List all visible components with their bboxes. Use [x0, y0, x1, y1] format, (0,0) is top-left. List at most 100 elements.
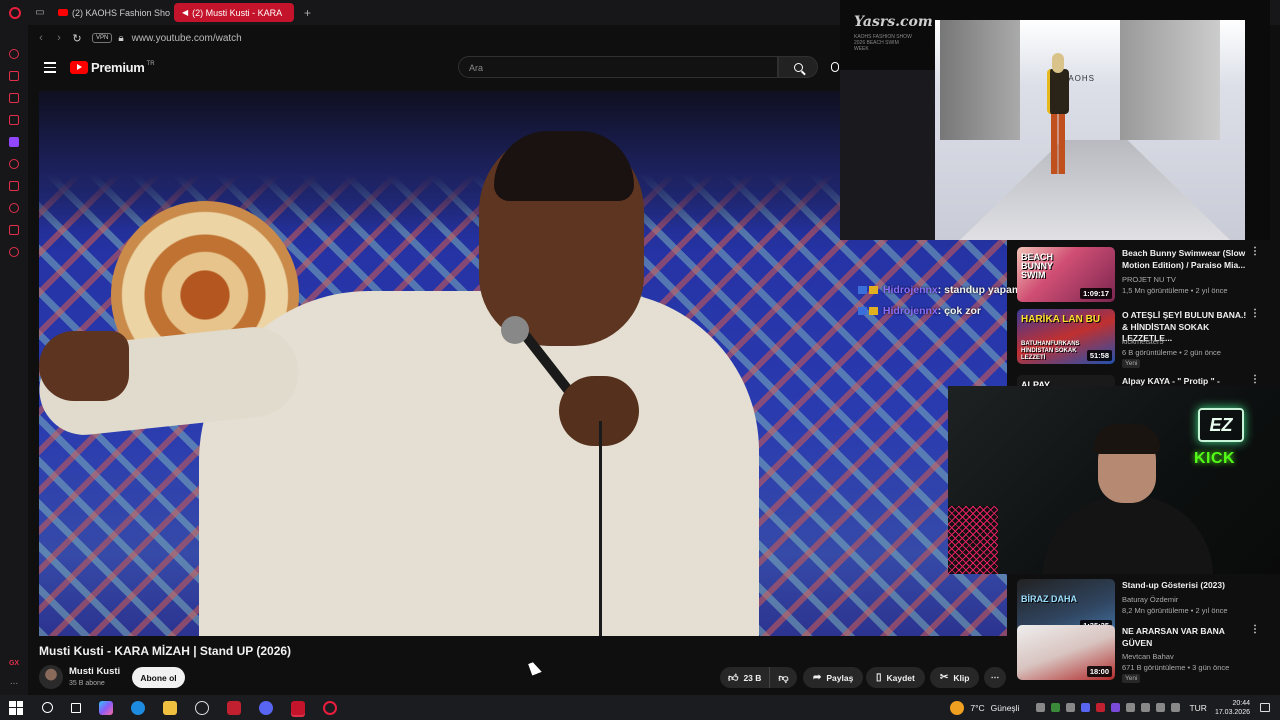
volume-icon[interactable]	[1171, 703, 1181, 712]
right-screen	[1120, 20, 1220, 140]
tray-app-icon[interactable]	[1111, 703, 1121, 712]
badge-icon	[858, 307, 867, 316]
task-view-icon[interactable]	[71, 702, 81, 713]
clip-button[interactable]: ✂ Klip	[930, 667, 980, 688]
menu-icon[interactable]	[44, 62, 56, 73]
new-tab-button[interactable]: +	[298, 6, 317, 20]
search-icon	[793, 62, 803, 72]
dislike-button[interactable]: 👎︎	[770, 672, 796, 684]
notification-icon[interactable]	[1260, 703, 1270, 712]
share-button[interactable]: ➦ Paylaş	[803, 667, 864, 688]
twitch-icon[interactable]	[9, 137, 19, 147]
video-thumbnail[interactable]: 18:00	[1017, 625, 1115, 680]
discord-icon[interactable]	[259, 700, 273, 715]
video-app-icon[interactable]	[227, 700, 241, 715]
reload-icon[interactable]: ↻	[68, 32, 86, 45]
duration-badge: 18:00	[1086, 666, 1112, 677]
video-thumbnail[interactable]: HARİKA LAN BU BATUHANFURKANS HİNDİSTAN S…	[1017, 309, 1115, 364]
channel-name[interactable]: kickmeister5	[1122, 336, 1164, 347]
search-icon[interactable]	[42, 702, 53, 713]
file-explorer-icon[interactable]	[163, 700, 177, 715]
weather-text[interactable]: Güneşli	[991, 703, 1020, 713]
sidebar-more-icon[interactable]: ...	[10, 676, 18, 687]
video-meta: 6 B görüntüleme • 2 gün önce	[1122, 348, 1221, 357]
youtube-play-icon	[70, 61, 88, 74]
more-options-icon[interactable]: ⋮	[1250, 247, 1260, 257]
list-item[interactable]: 18:00 NE ARARSAN VAR BANA GÜVEN Mevtcan …	[1010, 618, 1270, 683]
save-button[interactable]: ▯ Kaydet	[866, 667, 925, 688]
more-options-icon[interactable]: ⋮	[1250, 625, 1260, 635]
bookmark-icon[interactable]	[9, 181, 19, 191]
discord-tray-icon[interactable]	[1081, 703, 1091, 712]
opera-gx-icon[interactable]	[291, 700, 305, 715]
ai-icon[interactable]	[9, 49, 19, 59]
windows-start-icon[interactable]	[9, 700, 23, 715]
gx-label[interactable]: GX	[9, 660, 19, 667]
opera-logo-icon[interactable]	[0, 0, 30, 25]
news-icon[interactable]	[9, 115, 19, 125]
copilot-icon[interactable]	[99, 700, 113, 715]
extensions-icon[interactable]	[9, 225, 19, 235]
more-actions-button[interactable]: ⋯	[984, 667, 1006, 688]
taskbar: 7°C Güneşli TUR 20:44 17.03.2026	[0, 695, 1280, 720]
more-icon: ⋯	[990, 672, 1000, 682]
edge-icon[interactable]	[131, 700, 145, 715]
network-icon[interactable]	[1156, 703, 1166, 712]
subscribe-button[interactable]: Abone ol	[132, 667, 185, 688]
mouse-cursor	[528, 660, 542, 676]
forward-icon[interactable]: ›	[50, 32, 68, 44]
vpn-badge[interactable]: VPN	[92, 33, 113, 43]
new-badge: Yeni	[1122, 674, 1141, 683]
language-indicator[interactable]: TUR	[1189, 703, 1206, 713]
back-icon[interactable]: ‹	[32, 32, 50, 44]
history-icon[interactable]	[9, 203, 19, 213]
list-item[interactable]: ALPAY Alpay KAYA - " Protip " - ⋮	[1010, 368, 1270, 395]
bag-icon[interactable]	[9, 71, 19, 81]
performer-hair	[494, 131, 634, 201]
list-item[interactable]: BEACH BUNNY SWIM 1:09:17 Beach Bunny Swi…	[1010, 240, 1270, 302]
tray-app-icon[interactable]	[1126, 703, 1136, 712]
channel-name[interactable]: Mevtcan Bahav	[1122, 651, 1174, 662]
youtube-logo[interactable]: Premium TR	[70, 60, 155, 75]
tray-app-icon[interactable]	[1066, 703, 1076, 712]
video-title[interactable]: Stand-up Gösterisi (2023)	[1122, 580, 1250, 592]
more-options-icon[interactable]: ⋮	[1250, 309, 1260, 319]
video-title[interactable]: NE ARARSAN VAR BANA GÜVEN	[1122, 626, 1250, 649]
lock-icon[interactable]: 🔒︎	[118, 33, 123, 44]
player-icon[interactable]	[9, 159, 19, 169]
settings-icon[interactable]	[9, 247, 19, 257]
search-input[interactable]: Ara	[458, 56, 778, 78]
kick-neon-sign: KICK	[1194, 450, 1236, 467]
more-options-icon[interactable]: ⋮	[1250, 375, 1260, 385]
messenger-icon[interactable]	[9, 93, 19, 103]
clock[interactable]: 20:44 17.03.2026	[1215, 699, 1250, 717]
browser-sidebar: GX ...	[0, 25, 28, 695]
address-bar: ‹ › ↻ VPN 🔒︎ www.youtube.com/watch	[28, 25, 840, 51]
tab-kaohs-fashion[interactable]: (2) KAOHS Fashion Show	[50, 3, 170, 22]
steam-icon[interactable]	[1036, 703, 1046, 712]
list-item[interactable]: HARİKA LAN BU BATUHANFURKANS HİNDİSTAN S…	[1010, 302, 1270, 368]
clock-app-icon[interactable]	[195, 700, 209, 715]
microphone-icon[interactable]	[1141, 703, 1151, 712]
weather-temp[interactable]: 7°C	[970, 703, 984, 713]
opera-icon[interactable]	[323, 700, 337, 715]
channel-name[interactable]: Baturay Özdemir	[1122, 594, 1178, 605]
tray-app-icon[interactable]	[1096, 703, 1106, 712]
screen: ▭ (2) KAOHS Fashion Show ◀ (2) Musti Kus…	[0, 0, 1280, 720]
like-button[interactable]: 👍︎ 23 B	[720, 667, 771, 688]
pip-stream-video[interactable]: EZ KICK	[948, 386, 1280, 574]
voice-search-icon[interactable]	[831, 62, 839, 72]
channel-name[interactable]: PROJET NU TV	[1122, 274, 1176, 285]
weather-sun-icon[interactable]	[950, 700, 965, 715]
search-button[interactable]	[778, 56, 818, 78]
url-field[interactable]: www.youtube.com/watch	[132, 33, 242, 44]
pip-fashion-video[interactable]: KAOHS Yasrs.com KAOHS FASHION SHOW 2026 …	[840, 0, 1270, 240]
nvidia-icon[interactable]	[1051, 703, 1061, 712]
like-count: 23 B	[743, 672, 762, 683]
tab-menu-icon[interactable]: ▭	[30, 0, 50, 25]
tab-musti-kusti[interactable]: ◀ (2) Musti Kusti - KARA	[174, 3, 294, 22]
video-title[interactable]: Beach Bunny Swimwear (Slow Motion Editio…	[1122, 248, 1250, 271]
video-thumbnail[interactable]: BEACH BUNNY SWIM 1:09:17	[1017, 247, 1115, 302]
channel-name[interactable]: Musti Kusti	[69, 666, 120, 677]
channel-avatar[interactable]	[39, 665, 63, 689]
